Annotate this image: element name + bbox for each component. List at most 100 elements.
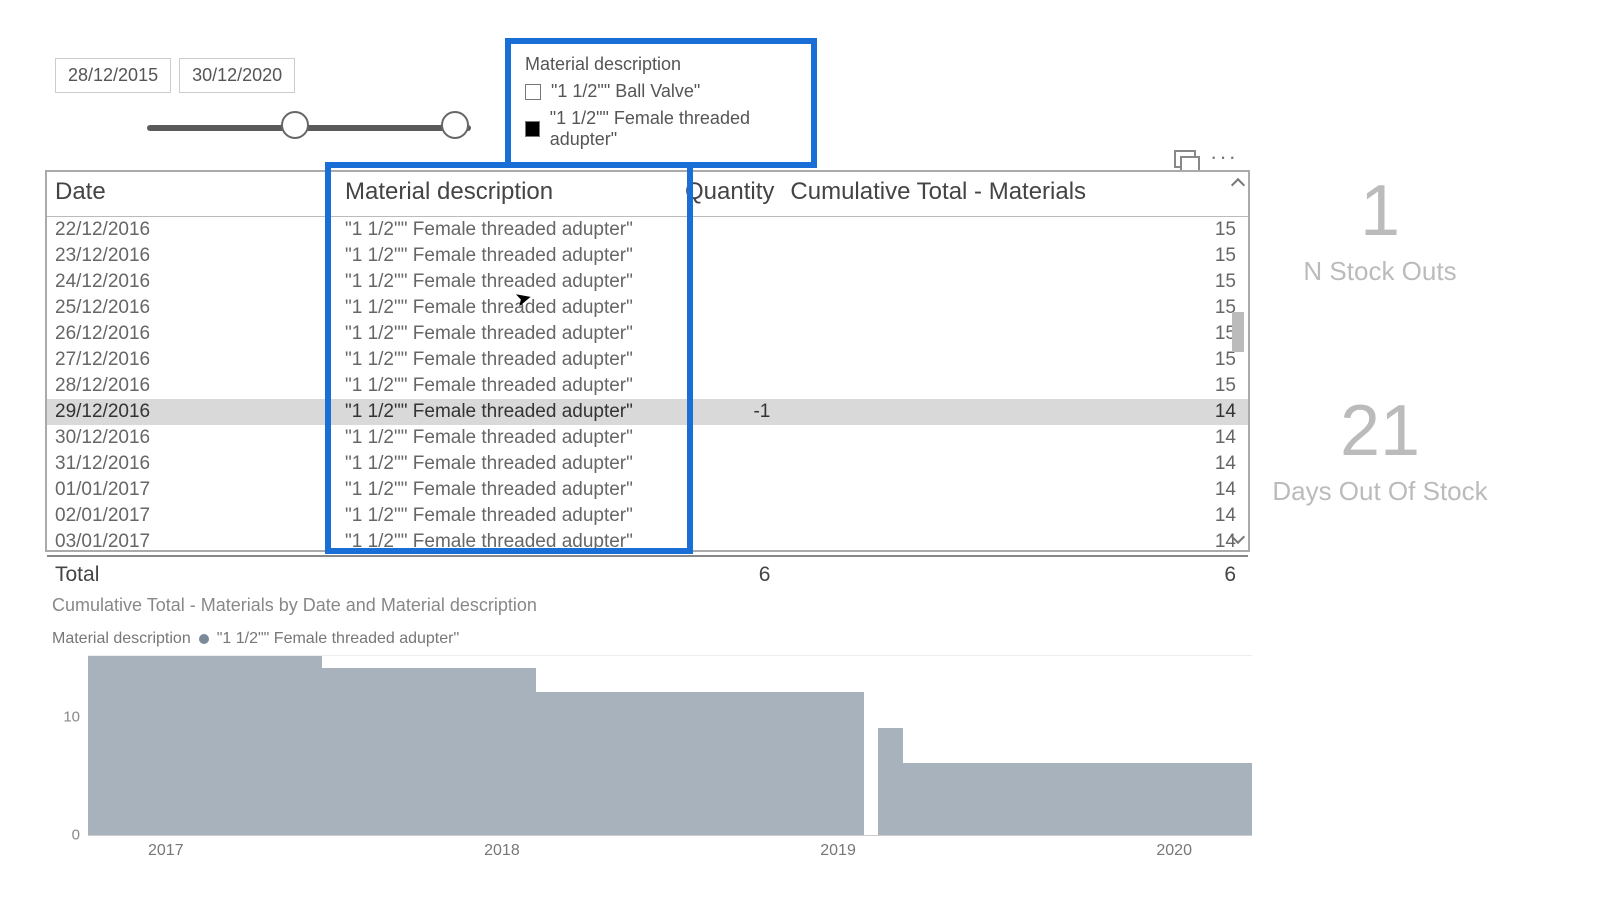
table-row[interactable]: 27/12/2016"1 1/2"" Female threaded adupt… bbox=[47, 347, 1248, 373]
cell-date: 30/12/2016 bbox=[47, 425, 337, 451]
cell-material: "1 1/2"" Female threaded adupter" bbox=[337, 451, 677, 477]
scroll-down-icon[interactable] bbox=[1231, 530, 1245, 544]
table-row[interactable]: 30/12/2016"1 1/2"" Female threaded adupt… bbox=[47, 425, 1248, 451]
date-start-input[interactable]: 28/12/2015 bbox=[55, 58, 171, 93]
cell-quantity bbox=[677, 217, 782, 244]
table-header-row[interactable]: Date Material description Quantity Cumul… bbox=[47, 172, 1248, 217]
table-row[interactable]: 22/12/2016"1 1/2"" Female threaded adupt… bbox=[47, 217, 1248, 244]
focus-mode-icon[interactable] bbox=[1174, 150, 1196, 168]
table-row[interactable]: 29/12/2016"1 1/2"" Female threaded adupt… bbox=[47, 399, 1248, 425]
cell-quantity bbox=[677, 347, 782, 373]
table-visual-header: ··· bbox=[1174, 150, 1238, 168]
cell-date: 31/12/2016 bbox=[47, 451, 337, 477]
total-cumulative: 6 bbox=[782, 556, 1248, 593]
slider-line bbox=[147, 125, 471, 131]
table-row[interactable]: 01/01/2017"1 1/2"" Female threaded adupt… bbox=[47, 477, 1248, 503]
cell-date: 01/01/2017 bbox=[47, 477, 337, 503]
cell-material: "1 1/2"" Female threaded adupter" bbox=[337, 529, 677, 556]
chart-area-segment bbox=[878, 728, 903, 835]
materials-table-visual[interactable]: Date Material description Quantity Cumul… bbox=[45, 170, 1250, 552]
cell-cumulative: 15 bbox=[782, 295, 1248, 321]
kpi-label: N Stock Outs bbox=[1220, 256, 1540, 287]
table-row[interactable]: 28/12/2016"1 1/2"" Female threaded adupt… bbox=[47, 373, 1248, 399]
col-material[interactable]: Material description bbox=[337, 172, 677, 217]
y-tick-10: 10 bbox=[63, 708, 88, 725]
chart-area-segment bbox=[322, 668, 536, 835]
checkbox-unchecked-icon[interactable] bbox=[525, 84, 541, 100]
cell-material: "1 1/2"" Female threaded adupter" bbox=[337, 347, 677, 373]
cell-quantity bbox=[677, 373, 782, 399]
date-slider-track[interactable] bbox=[55, 121, 455, 129]
x-tick: 2020 bbox=[1156, 842, 1192, 860]
col-date[interactable]: Date bbox=[47, 172, 337, 217]
cell-cumulative: 15 bbox=[782, 269, 1248, 295]
chart-title: Cumulative Total - Materials by Date and… bbox=[52, 595, 1252, 616]
y-tick-0: 0 bbox=[72, 827, 88, 844]
kpi-days-out-of-stock: 21 Days Out Of Stock bbox=[1220, 390, 1540, 507]
slicer-option-label: "1 1/2"" Ball Valve" bbox=[551, 81, 700, 102]
cell-quantity bbox=[677, 295, 782, 321]
table-row[interactable]: 31/12/2016"1 1/2"" Female threaded adupt… bbox=[47, 451, 1248, 477]
kpi-value: 1 bbox=[1220, 170, 1540, 252]
table-row[interactable]: 26/12/2016"1 1/2"" Female threaded adupt… bbox=[47, 321, 1248, 347]
scroll-thumb[interactable] bbox=[1232, 312, 1244, 352]
cell-quantity bbox=[677, 503, 782, 529]
col-quantity[interactable]: Quantity bbox=[677, 172, 782, 217]
total-label: Total bbox=[47, 556, 337, 593]
cell-cumulative: 15 bbox=[782, 217, 1248, 244]
cell-material: "1 1/2"" Female threaded adupter" bbox=[337, 321, 677, 347]
cell-date: 02/01/2017 bbox=[47, 503, 337, 529]
cell-quantity bbox=[677, 425, 782, 451]
x-tick: 2018 bbox=[484, 842, 520, 860]
slider-thumb-start[interactable] bbox=[281, 111, 309, 139]
table-row[interactable]: 03/01/2017"1 1/2"" Female threaded adupt… bbox=[47, 529, 1248, 556]
cell-cumulative: 15 bbox=[782, 347, 1248, 373]
checkbox-checked-icon[interactable] bbox=[525, 121, 540, 137]
chart-plot-area[interactable]: 0 10 bbox=[88, 656, 1252, 836]
x-tick: 2017 bbox=[148, 842, 184, 860]
kpi-label: Days Out Of Stock bbox=[1220, 476, 1540, 507]
legend-marker-icon bbox=[199, 634, 209, 644]
slicer-option-female-threaded-adapter[interactable]: "1 1/2"" Female threaded adupter" bbox=[525, 108, 797, 150]
table-row[interactable]: 23/12/2016"1 1/2"" Female threaded adupt… bbox=[47, 243, 1248, 269]
cell-material: "1 1/2"" Female threaded adupter" bbox=[337, 217, 677, 244]
cell-material: "1 1/2"" Female threaded adupter" bbox=[337, 243, 677, 269]
slicer-option-ball-valve[interactable]: "1 1/2"" Ball Valve" bbox=[525, 81, 797, 102]
cell-cumulative: 14 bbox=[782, 451, 1248, 477]
col-cumulative[interactable]: Cumulative Total - Materials bbox=[782, 172, 1248, 217]
cell-date: 23/12/2016 bbox=[47, 243, 337, 269]
cell-cumulative: 15 bbox=[782, 373, 1248, 399]
table-row[interactable]: 24/12/2016"1 1/2"" Female threaded adupt… bbox=[47, 269, 1248, 295]
cell-date: 28/12/2016 bbox=[47, 373, 337, 399]
cell-quantity bbox=[677, 321, 782, 347]
cell-date: 27/12/2016 bbox=[47, 347, 337, 373]
material-description-slicer[interactable]: Material description "1 1/2"" Ball Valve… bbox=[505, 38, 817, 168]
total-quantity: 6 bbox=[677, 556, 782, 593]
table-row[interactable]: 25/12/2016"1 1/2"" Female threaded adupt… bbox=[47, 295, 1248, 321]
cell-material: "1 1/2"" Female threaded adupter" bbox=[337, 373, 677, 399]
chart-x-axis: 2017 2018 2019 2020 bbox=[88, 842, 1252, 860]
cell-quantity bbox=[677, 529, 782, 556]
slicer-title: Material description bbox=[525, 54, 797, 75]
date-end-input[interactable]: 30/12/2020 bbox=[179, 58, 295, 93]
slider-thumb-end[interactable] bbox=[441, 111, 469, 139]
cumulative-chart-visual[interactable]: Cumulative Total - Materials by Date and… bbox=[52, 595, 1252, 836]
cell-cumulative: 14 bbox=[782, 425, 1248, 451]
cell-quantity bbox=[677, 477, 782, 503]
cell-quantity bbox=[677, 269, 782, 295]
chart-area-segment bbox=[903, 763, 1252, 835]
legend-series-name: "1 1/2"" Female threaded adupter" bbox=[217, 630, 459, 648]
chart-legend: Material description "1 1/2"" Female thr… bbox=[52, 630, 1252, 648]
table-row[interactable]: 02/01/2017"1 1/2"" Female threaded adupt… bbox=[47, 503, 1248, 529]
cell-date: 22/12/2016 bbox=[47, 217, 337, 244]
cell-material: "1 1/2"" Female threaded adupter" bbox=[337, 477, 677, 503]
cell-cumulative: 15 bbox=[782, 321, 1248, 347]
cell-material: "1 1/2"" Female threaded adupter" bbox=[337, 295, 677, 321]
more-options-icon[interactable]: ··· bbox=[1210, 150, 1238, 168]
date-range-slicer[interactable]: 28/12/2015 30/12/2020 bbox=[55, 58, 455, 129]
kpi-value: 21 bbox=[1220, 390, 1540, 472]
slicer-option-label: "1 1/2"" Female threaded adupter" bbox=[550, 108, 797, 150]
kpi-stock-outs: 1 N Stock Outs bbox=[1220, 170, 1540, 287]
table-total-row: Total 6 6 bbox=[47, 556, 1248, 593]
cell-cumulative: 14 bbox=[782, 503, 1248, 529]
